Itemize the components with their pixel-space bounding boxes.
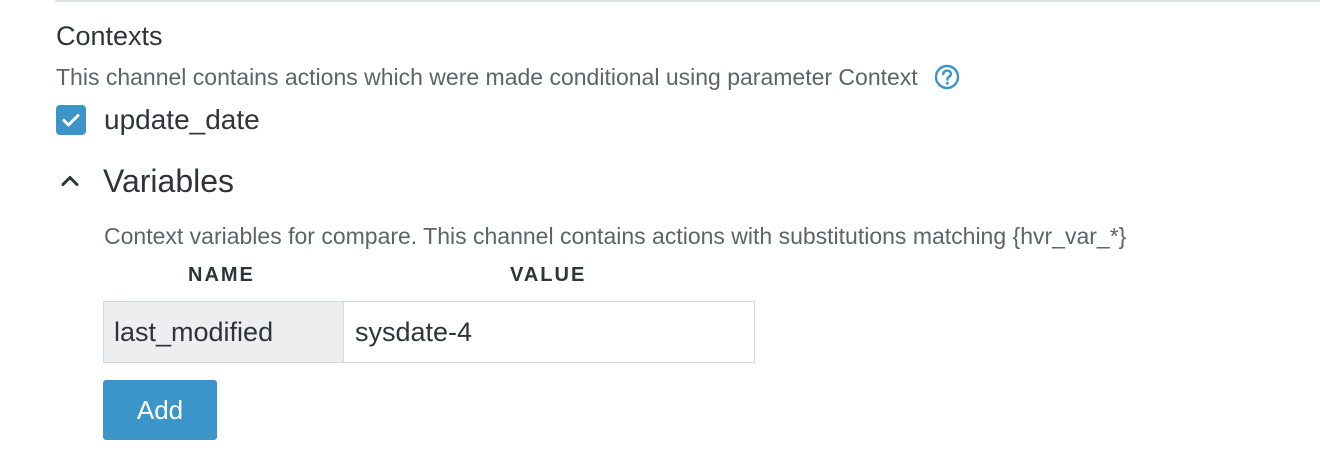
name-column-header: NAME: [188, 264, 255, 286]
variables-title: Variables: [103, 163, 235, 199]
value-column-header: VALUE: [510, 264, 587, 286]
contexts-description: This channel contains actions which were…: [56, 62, 960, 92]
chevron-up-icon[interactable]: [56, 167, 84, 195]
variables-toggle[interactable]: Variables: [56, 162, 234, 200]
variable-value-input[interactable]: [344, 302, 754, 362]
update-date-label[interactable]: update_date: [104, 103, 260, 137]
contexts-title: Contexts: [56, 21, 163, 51]
variable-name-cell: last_modified: [104, 302, 344, 362]
update-date-checkbox[interactable]: [56, 105, 86, 135]
question-circle-icon[interactable]: [934, 64, 960, 90]
contexts-description-text: This channel contains actions which were…: [56, 64, 918, 90]
checkmark-icon: [62, 114, 80, 127]
add-button[interactable]: Add: [103, 380, 217, 440]
variables-description: Context variables for compare. This chan…: [104, 223, 1127, 249]
top-divider: [55, 0, 1320, 2]
update-date-checkbox-row: update_date: [56, 103, 260, 137]
variable-row: last_modified: [103, 301, 755, 363]
